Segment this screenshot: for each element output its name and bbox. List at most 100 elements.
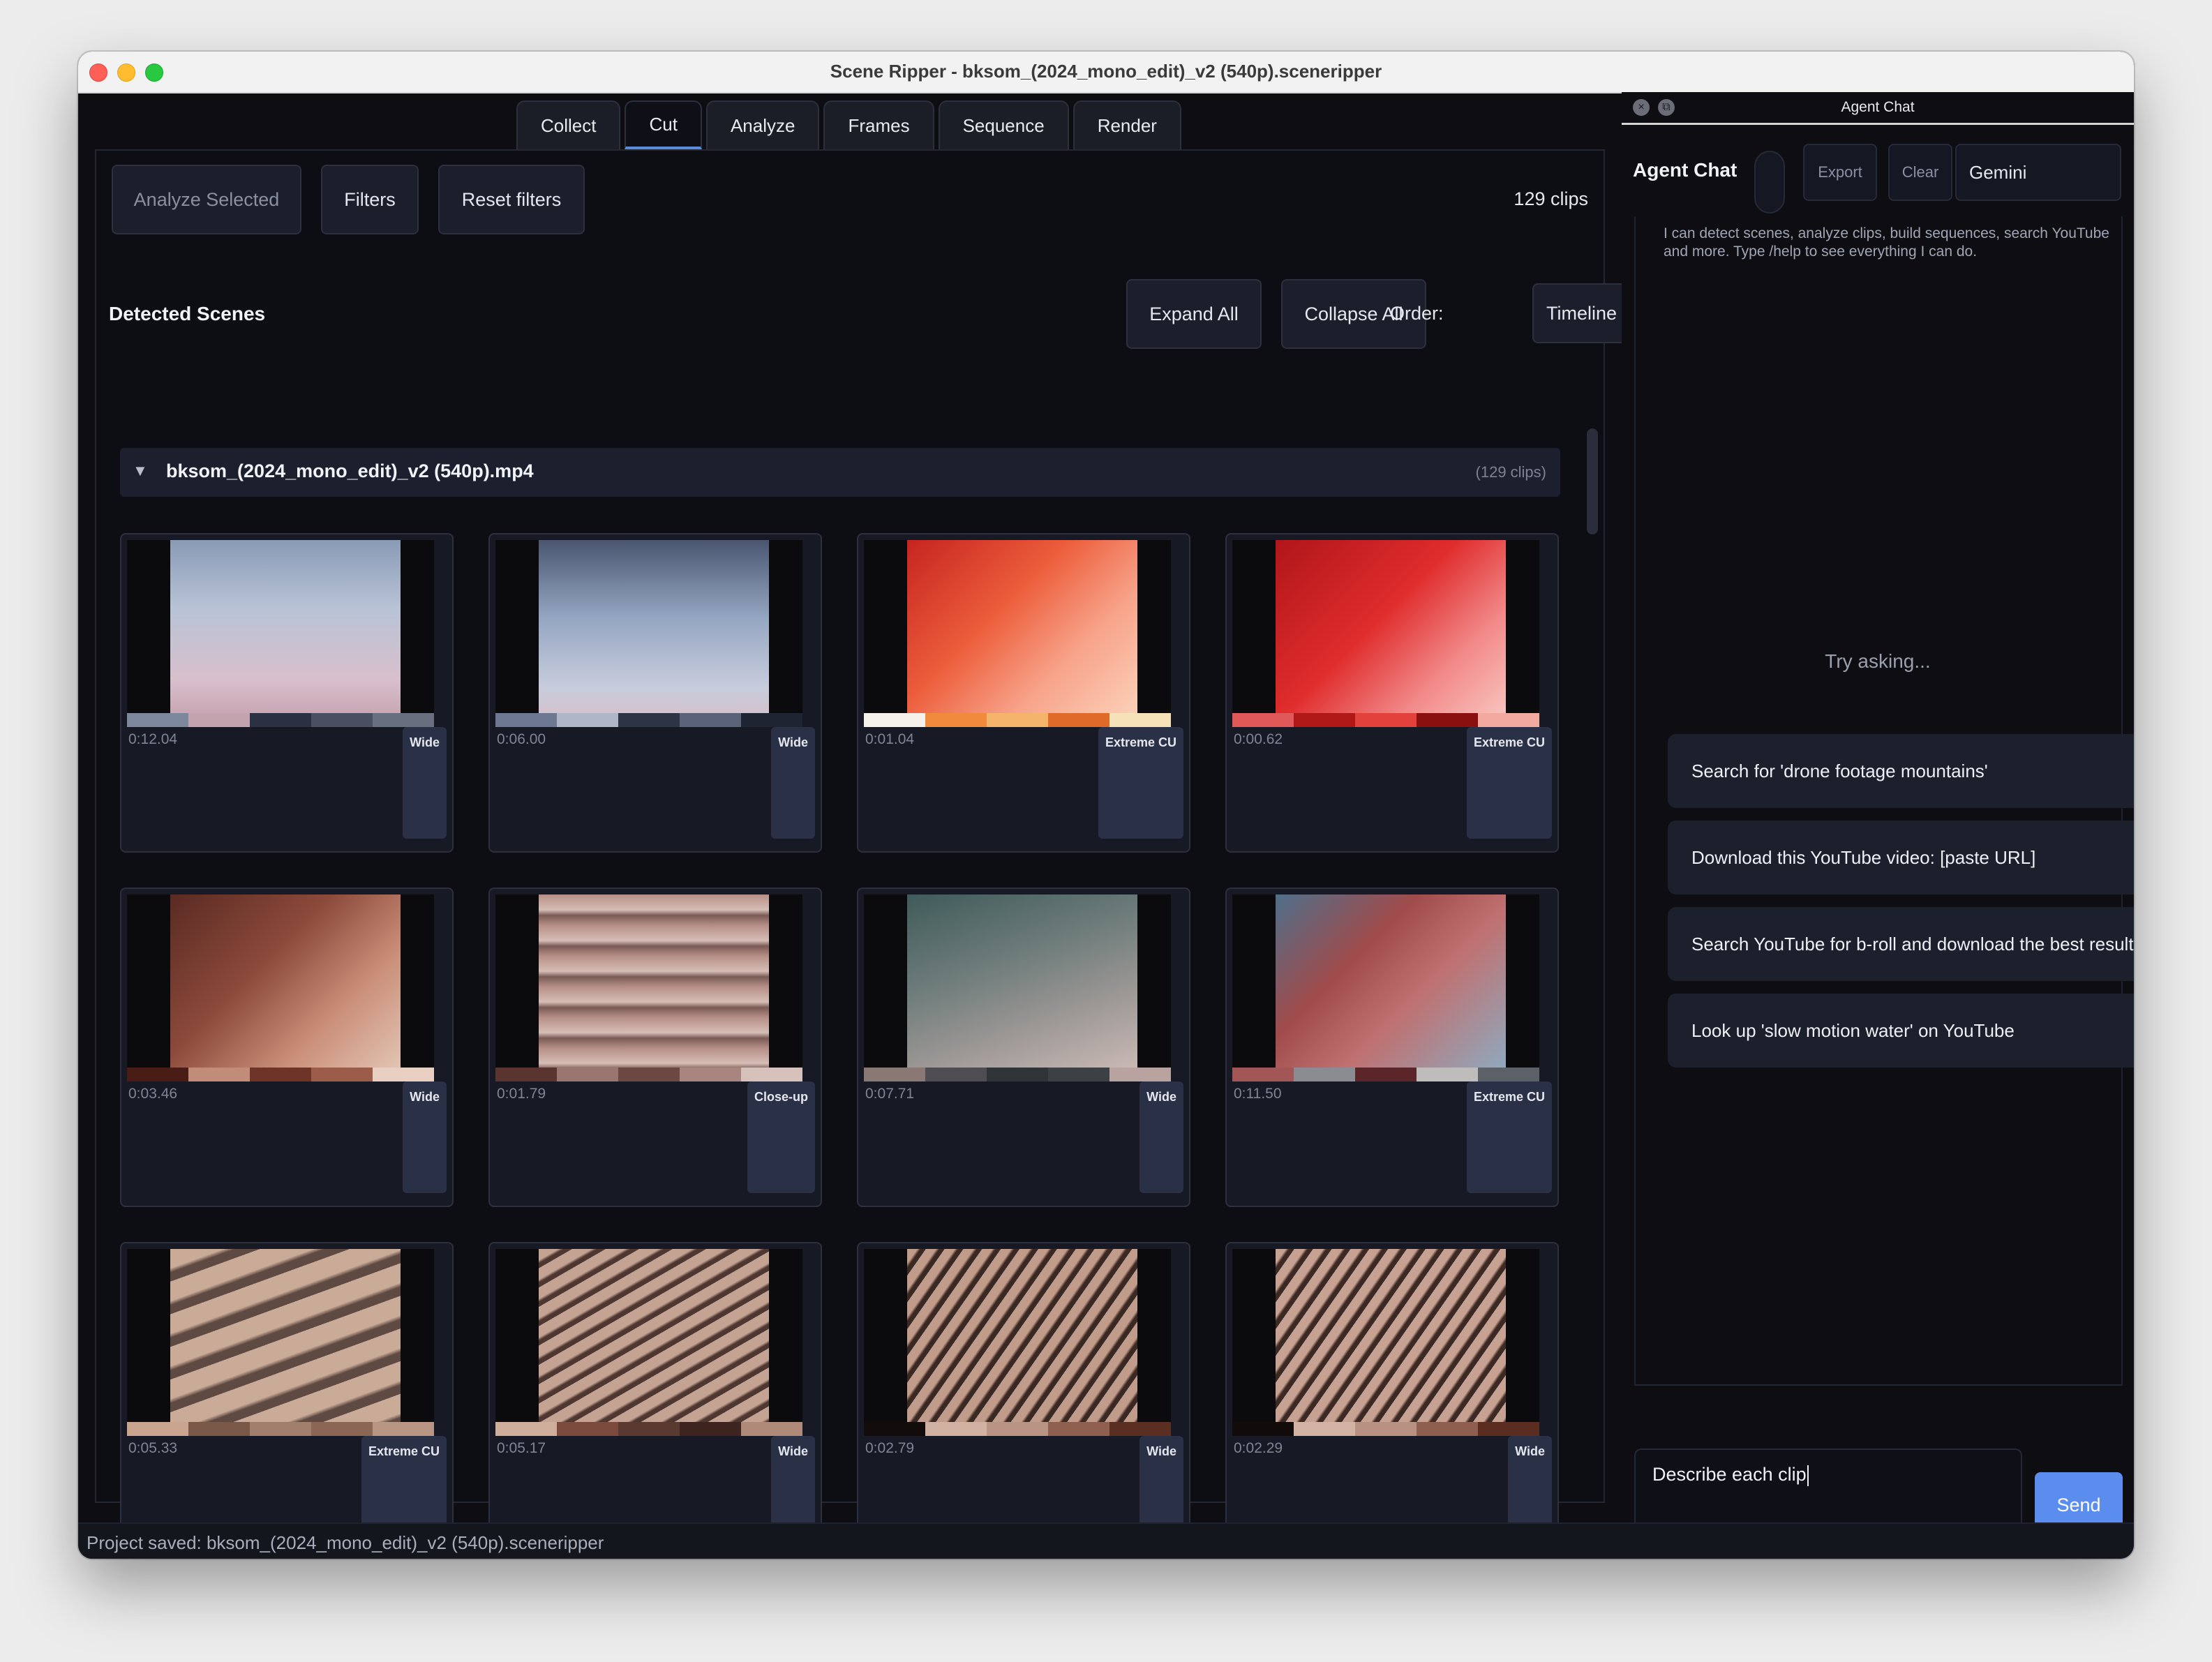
clip-card[interactable]: 0:03.46 Wide	[120, 888, 454, 1207]
scrollbar-thumb[interactable]	[1587, 428, 1598, 534]
tab-render[interactable]: Render	[1073, 100, 1181, 149]
clip-thumbnail	[1276, 894, 1506, 1068]
tab-collect[interactable]: Collect	[516, 100, 621, 149]
clip-thumbnail	[539, 540, 769, 713]
palette-swatch	[495, 1422, 557, 1436]
palette-swatch	[127, 1422, 188, 1436]
source-group-header[interactable]: ▼ bksom_(2024_mono_edit)_v2 (540p).mp4 (…	[120, 448, 1560, 497]
clip-thumbnail	[170, 540, 401, 713]
clip-card[interactable]: 0:06.00 Wide	[488, 533, 822, 853]
clip-thumbnail	[170, 894, 401, 1068]
chat-intro-line: and more. Type /help to see everything I…	[1664, 244, 1978, 260]
clip-thumbnail	[1276, 540, 1506, 713]
tab-frames[interactable]: Frames	[823, 100, 934, 149]
clip-thumbnail	[907, 1249, 1137, 1422]
clip-card[interactable]: 0:12.04 Wide	[120, 533, 454, 853]
palette-swatch	[1232, 713, 1294, 727]
palette-swatch	[864, 713, 925, 727]
palette-swatch	[1109, 1068, 1171, 1081]
palette-swatch	[373, 713, 434, 727]
shot-type-badge: Close-up	[747, 1081, 815, 1193]
text-caret	[1807, 1465, 1809, 1486]
clip-card[interactable]: 0:01.04 Extreme CU	[857, 533, 1190, 853]
palette-swatch	[557, 713, 618, 727]
detected-scenes-title: Detected Scenes	[109, 303, 266, 324]
clip-card[interactable]: 0:05.33 Extreme CU	[120, 1242, 454, 1559]
clip-duration: 0:03.46	[128, 1086, 178, 1102]
color-palette-strip	[495, 1068, 802, 1081]
palette-swatch	[680, 1422, 741, 1436]
chat-input-text: Describe each clip	[1652, 1464, 1807, 1485]
palette-swatch	[373, 1068, 434, 1081]
shot-type-badge: Extreme CU	[1098, 727, 1183, 839]
suggestion-button[interactable]: Search for 'drone footage mountains'	[1668, 734, 2134, 808]
clip-duration: 0:07.71	[865, 1086, 915, 1102]
reset-filters-button[interactable]: Reset filters	[438, 165, 585, 234]
clip-thumbnail-frame	[1232, 540, 1539, 713]
clip-card[interactable]: 0:07.71 Wide	[857, 888, 1190, 1207]
filters-button[interactable]: Filters	[321, 165, 419, 234]
palette-swatch	[741, 1422, 802, 1436]
analyze-selected-button[interactable]: Analyze Selected	[112, 165, 301, 234]
shot-type-badge: Extreme CU	[1466, 1081, 1552, 1193]
color-palette-strip	[1232, 1068, 1539, 1081]
color-palette-strip	[495, 1422, 802, 1436]
clip-card[interactable]: 0:00.62 Extreme CU	[1225, 533, 1559, 853]
chat-intro-line: I can detect scenes, analyze clips, buil…	[1664, 225, 2109, 241]
palette-swatch	[127, 1068, 188, 1081]
source-clip-count: (129 clips)	[1475, 463, 1546, 481]
collapse-arrow-icon[interactable]: ▼	[133, 462, 148, 480]
clip-card[interactable]: 0:01.79 Close-up	[488, 888, 822, 1207]
clip-thumbnail-frame	[495, 540, 802, 713]
tab-analyze[interactable]: Analyze	[705, 100, 820, 149]
palette-swatch	[925, 1068, 987, 1081]
clear-chat-button[interactable]: Clear	[1888, 144, 1952, 201]
palette-swatch	[250, 1068, 311, 1081]
palette-swatch	[1417, 1068, 1478, 1081]
clip-thumbnail	[907, 540, 1137, 713]
status-bar: Project saved: bksom_(2024_mono_edit)_v2…	[78, 1522, 2134, 1559]
palette-swatch	[1109, 1422, 1171, 1436]
model-select[interactable]: Gemini	[1955, 144, 2121, 201]
clip-thumbnail-frame	[495, 1249, 802, 1422]
palette-swatch	[741, 1068, 802, 1081]
clip-card[interactable]: 0:02.29 Wide	[1225, 1242, 1559, 1559]
palette-swatch	[1232, 1422, 1294, 1436]
palette-swatch	[557, 1422, 618, 1436]
clip-card[interactable]: 0:11.50 Extreme CU	[1225, 888, 1559, 1207]
clip-duration: 0:05.17	[497, 1440, 546, 1456]
app-window: Scene Ripper - bksom_(2024_mono_edit)_v2…	[78, 52, 2134, 1559]
tab-cut[interactable]: Cut	[625, 100, 702, 149]
expand-all-button[interactable]: Expand All	[1126, 279, 1262, 349]
palette-swatch	[1294, 1422, 1355, 1436]
palette-swatch	[864, 1068, 925, 1081]
palette-swatch	[925, 1422, 987, 1436]
clip-card[interactable]: 0:02.79 Wide	[857, 1242, 1190, 1559]
try-asking-label: Try asking...	[1825, 650, 1931, 672]
clip-thumbnail-frame	[864, 894, 1171, 1068]
palette-swatch	[987, 1422, 1048, 1436]
palette-swatch	[557, 1068, 618, 1081]
palette-swatch	[311, 1422, 373, 1436]
clip-duration: 0:05.33	[128, 1440, 178, 1456]
clip-card[interactable]: 0:05.17 Wide	[488, 1242, 822, 1559]
chat-toggle-button[interactable]	[1754, 151, 1785, 214]
chat-dock-title: Agent Chat	[1841, 99, 1915, 115]
main-tabs: Collect Cut Analyze Frames Sequence Rend…	[516, 100, 1181, 152]
cut-panel: Analyze Selected Filters Reset filters 1…	[95, 149, 1672, 1559]
chat-heading: Agent Chat	[1633, 159, 1738, 181]
palette-swatch	[311, 713, 373, 727]
clip-thumbnail-frame	[864, 1249, 1171, 1422]
suggestion-button[interactable]: Search YouTube for b-roll and download t…	[1668, 907, 2134, 981]
clip-thumbnail	[539, 894, 769, 1068]
title-bar: Scene Ripper - bksom_(2024_mono_edit)_v2…	[78, 52, 2134, 93]
palette-swatch	[1048, 713, 1109, 727]
color-palette-strip	[864, 1422, 1171, 1436]
clip-thumbnail	[170, 1249, 401, 1422]
suggestion-button[interactable]: Download this YouTube video: [paste URL]	[1668, 821, 2134, 894]
suggestion-button[interactable]: Look up 'slow motion water' on YouTube	[1668, 994, 2134, 1068]
tab-sequence[interactable]: Sequence	[938, 100, 1069, 149]
clip-thumbnail-frame	[127, 1249, 434, 1422]
export-chat-button[interactable]: Export	[1803, 144, 1877, 201]
clip-thumbnail-frame	[127, 540, 434, 713]
